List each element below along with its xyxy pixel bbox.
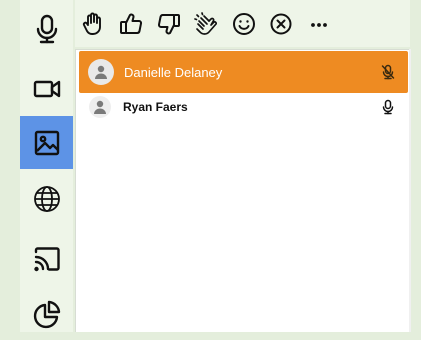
user-icon xyxy=(95,65,107,79)
pie-chart-icon xyxy=(33,300,60,328)
cast-icon xyxy=(33,246,60,271)
thumbs-down-button[interactable] xyxy=(150,0,188,47)
clear-reactions-icon xyxy=(270,13,292,34)
microphone-icon xyxy=(36,14,57,43)
user-icon xyxy=(94,100,106,114)
participant-row[interactable]: Ryan Faers xyxy=(79,94,408,120)
participant-name: Danielle Delaney xyxy=(124,64,223,80)
participant-row[interactable]: Danielle Delaney xyxy=(79,51,408,93)
cast-button[interactable] xyxy=(20,232,73,285)
participants-panel: Danielle Delaney Ryan Faers xyxy=(75,49,410,332)
mic-on-indicator[interactable] xyxy=(376,95,400,119)
clap-icon xyxy=(194,11,218,35)
mic-muted-indicator[interactable] xyxy=(376,60,400,84)
thumbs-up-icon xyxy=(120,13,143,34)
microphone-icon xyxy=(382,99,394,115)
raise-hand-button[interactable] xyxy=(75,0,113,47)
raise-hand-icon xyxy=(82,12,101,35)
panel-scroll-edge xyxy=(409,49,411,332)
pie-chart-button[interactable] xyxy=(20,287,73,340)
microphone-button[interactable] xyxy=(20,2,73,55)
video-camera-button[interactable] xyxy=(20,62,73,115)
avatar xyxy=(88,59,114,85)
smiley-icon xyxy=(232,12,255,35)
clear-reactions-button[interactable] xyxy=(263,0,301,47)
globe-icon xyxy=(33,185,60,212)
more-options-button[interactable] xyxy=(300,0,338,47)
image-icon xyxy=(34,130,59,155)
thumbs-down-icon xyxy=(157,13,180,34)
smiley-button[interactable] xyxy=(225,0,263,47)
avatar xyxy=(89,96,111,118)
video-camera-icon xyxy=(33,80,60,97)
reactions-toolbar xyxy=(75,0,410,47)
globe-button[interactable] xyxy=(20,172,73,225)
microphone-muted-icon xyxy=(381,64,395,80)
thumbs-up-button[interactable] xyxy=(113,0,151,47)
left-sidebar xyxy=(20,0,73,332)
clap-button[interactable] xyxy=(188,0,226,47)
participant-name: Ryan Faers xyxy=(123,100,188,114)
image-button[interactable] xyxy=(20,116,73,169)
more-options-icon xyxy=(310,22,327,27)
